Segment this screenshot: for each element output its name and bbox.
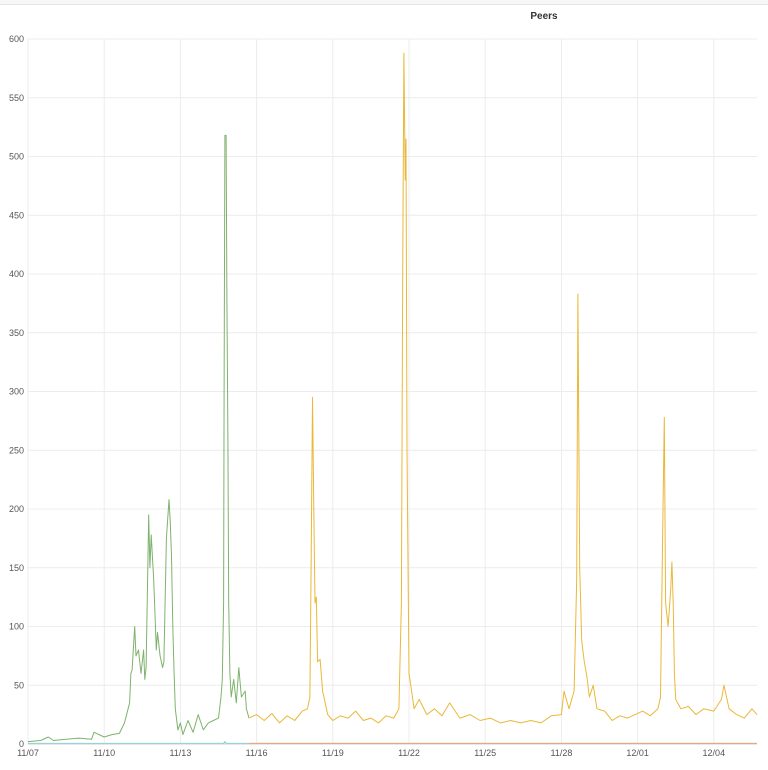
y-tick-label: 200 bbox=[9, 504, 24, 514]
series-a-line bbox=[27, 134, 250, 743]
y-tick-label: 550 bbox=[9, 93, 24, 103]
y-tick-label: 100 bbox=[9, 622, 24, 632]
x-tick-label: 11/07 bbox=[17, 748, 39, 758]
y-tick-label: 450 bbox=[9, 210, 24, 220]
y-tick-label: 150 bbox=[9, 563, 24, 573]
x-tick-label: 11/19 bbox=[322, 748, 344, 758]
y-tick-label: 50 bbox=[14, 680, 24, 690]
y-tick-label: 350 bbox=[9, 328, 24, 338]
y-tick-label: 500 bbox=[9, 152, 24, 162]
x-tick-label: 11/22 bbox=[398, 748, 420, 758]
x-tick-label: 11/13 bbox=[169, 748, 191, 758]
x-tick-label: 11/25 bbox=[474, 748, 496, 758]
y-tick-label: 300 bbox=[9, 387, 24, 397]
grid bbox=[27, 38, 757, 745]
y-tick-label: 600 bbox=[9, 34, 24, 44]
x-tick-label: 12/01 bbox=[626, 748, 649, 758]
x-tick-label: 11/16 bbox=[246, 748, 268, 758]
x-tick-label: 11/10 bbox=[93, 748, 115, 758]
series-c-line bbox=[28, 741, 249, 744]
peers-line-chart: 05010015020025030035040045050055060011/0… bbox=[9, 34, 758, 758]
series-b-line bbox=[248, 52, 758, 724]
y-tick-label: 400 bbox=[9, 269, 24, 279]
x-tick-label: 12/04 bbox=[703, 748, 726, 758]
y-tick-label: 250 bbox=[9, 445, 24, 455]
axes: 05010015020025030035040045050055060011/0… bbox=[9, 34, 757, 758]
x-tick-label: 11/28 bbox=[550, 748, 572, 758]
